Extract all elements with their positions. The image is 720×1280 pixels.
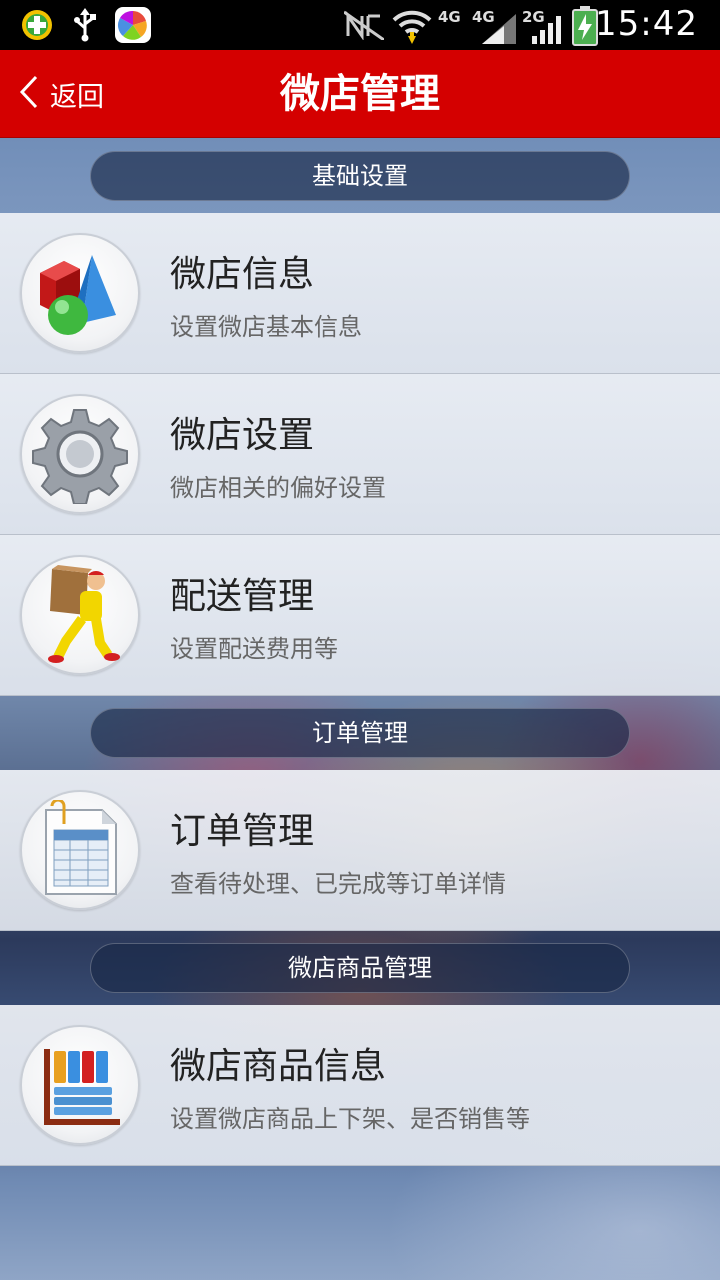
item-subtitle: 设置微店基本信息 bbox=[170, 313, 362, 341]
section-title: 基础设置 bbox=[90, 151, 630, 201]
signal-icon bbox=[530, 14, 566, 48]
icon-container bbox=[20, 233, 140, 353]
network-type-label: 4G bbox=[438, 8, 461, 26]
back-button[interactable]: 返回 bbox=[0, 50, 140, 138]
clock: 15:42 bbox=[595, 4, 698, 44]
icon-container bbox=[20, 394, 140, 514]
list-item-product-info[interactable]: 微店商品信息 设置微店商品上下架、是否销售等 bbox=[0, 1005, 720, 1166]
chevron-left-icon bbox=[18, 74, 40, 114]
section-title: 微店商品管理 bbox=[90, 943, 630, 993]
nfc-icon bbox=[343, 10, 385, 44]
icon-container bbox=[20, 790, 140, 910]
list-item-store-settings[interactable]: 微店设置 微店相关的偏好设置 bbox=[0, 374, 720, 535]
wifi-icon bbox=[392, 6, 432, 48]
section-header-basic: 基础设置 bbox=[0, 139, 720, 213]
back-label: 返回 bbox=[50, 81, 104, 113]
item-subtitle: 查看待处理、已完成等订单详情 bbox=[170, 870, 506, 898]
app-launcher-icon bbox=[114, 6, 152, 48]
usb-icon bbox=[72, 8, 98, 46]
title-bar: 微店管理 返回 bbox=[0, 50, 720, 138]
item-subtitle: 设置微店商品上下架、是否销售等 bbox=[170, 1105, 530, 1133]
item-subtitle: 设置配送费用等 bbox=[170, 635, 338, 663]
item-title: 微店设置 bbox=[170, 415, 315, 456]
item-subtitle: 微店相关的偏好设置 bbox=[170, 474, 386, 502]
signal-icon bbox=[482, 14, 518, 48]
icon-container bbox=[20, 1025, 140, 1145]
status-bar: 4G 4G 2G 15:42 bbox=[0, 0, 720, 50]
list-item-delivery[interactable]: 配送管理 设置配送费用等 bbox=[0, 535, 720, 696]
icon-container bbox=[20, 555, 140, 675]
section-title: 订单管理 bbox=[90, 708, 630, 758]
list-item-store-info[interactable]: 微店信息 设置微店基本信息 bbox=[0, 213, 720, 374]
section-header-orders: 订单管理 bbox=[0, 696, 720, 770]
item-title: 微店信息 bbox=[170, 254, 315, 295]
item-title: 配送管理 bbox=[170, 576, 315, 617]
item-title: 订单管理 bbox=[170, 811, 315, 852]
item-title: 微店商品信息 bbox=[170, 1046, 387, 1087]
app-360-icon bbox=[20, 8, 54, 46]
list-item-order-management[interactable]: 订单管理 查看待处理、已完成等订单详情 bbox=[0, 770, 720, 931]
section-header-products: 微店商品管理 bbox=[0, 931, 720, 1005]
